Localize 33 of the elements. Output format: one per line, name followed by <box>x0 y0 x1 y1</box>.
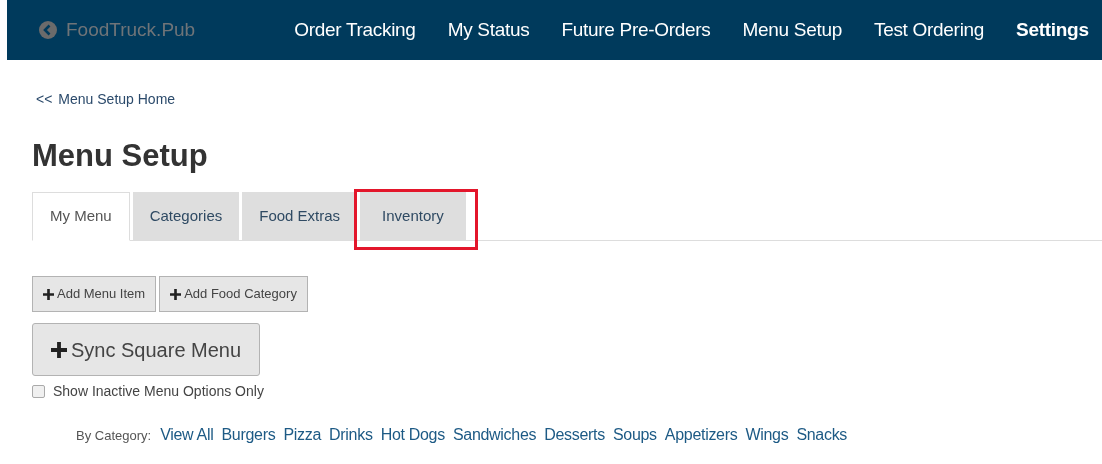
page-title: Menu Setup <box>32 137 209 175</box>
category-link[interactable]: Soups <box>612 423 657 447</box>
nav-link[interactable]: Future Pre-Orders <box>561 15 711 45</box>
sync-button[interactable]: Sync Square Menu <box>32 323 261 376</box>
tab[interactable]: Inventory <box>360 192 466 240</box>
category-link[interactable]: Wings <box>745 423 789 447</box>
back-arrows: << <box>36 90 53 109</box>
category-link[interactable]: Snacks <box>796 423 848 447</box>
category-link[interactable]: Sandwiches <box>452 423 537 447</box>
back-circle-icon <box>39 21 57 39</box>
checkbox[interactable] <box>32 385 45 398</box>
add-button[interactable]: Add Menu Item <box>32 276 157 312</box>
category-link[interactable]: Drinks <box>329 423 373 447</box>
nav-link[interactable]: Order Tracking <box>294 15 416 45</box>
plus-icon <box>170 288 182 300</box>
category-link[interactable]: Hot Dogs <box>380 423 445 447</box>
category-link[interactable]: View All <box>160 423 214 447</box>
plus-icon <box>43 288 54 300</box>
plus-icon <box>51 341 67 358</box>
category-link[interactable]: Pizza <box>283 423 322 447</box>
checkbox-label: Show Inactive Menu Options Only <box>53 382 264 401</box>
nav-link[interactable]: Test Ordering <box>873 15 985 45</box>
filter-label: By Category: <box>76 427 152 445</box>
nav-link[interactable]: Settings <box>1016 15 1089 45</box>
nav-link[interactable]: Menu Setup <box>742 15 842 45</box>
category-link[interactable]: Burgers <box>221 423 276 447</box>
tab[interactable]: My Menu <box>32 192 130 241</box>
tab[interactable]: Categories <box>132 192 240 240</box>
breadcrumb-link[interactable]: Menu Setup Home <box>58 89 176 110</box>
add-button[interactable]: Add Food Category <box>159 276 308 312</box>
nav-link[interactable]: My Status <box>447 15 530 45</box>
category-link[interactable]: Desserts <box>544 423 605 447</box>
category-link[interactable]: Appetizers <box>664 423 738 447</box>
